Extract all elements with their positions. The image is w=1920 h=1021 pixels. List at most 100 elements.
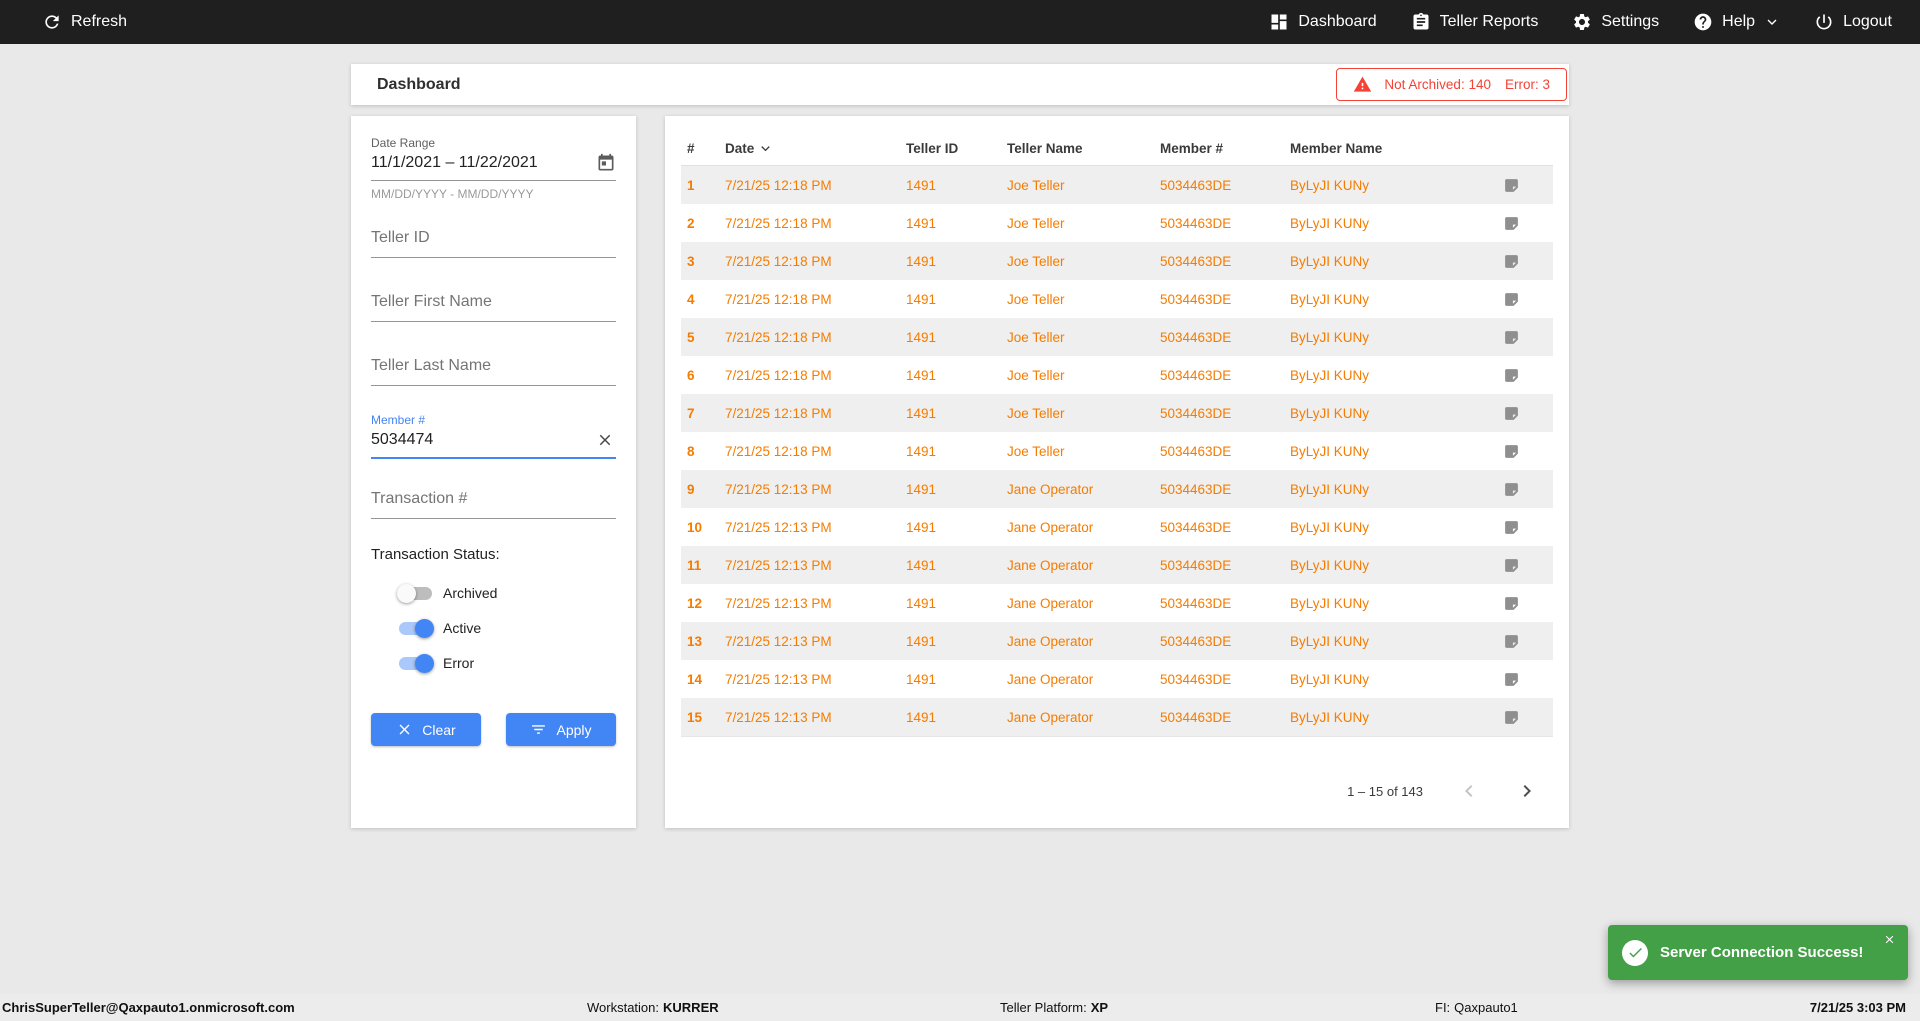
table-row[interactable]: 10 7/21/25 12:13 PM 1491 Jane Operator 50344… <box>681 508 1553 546</box>
table-row[interactable]: 11 7/21/25 12:13 PM 1491 Jane Operator 50344… <box>681 546 1553 584</box>
cell-date: 7/21/25 12:13 PM <box>725 633 832 649</box>
alert-badge[interactable]: Not Archived: 140 Error: 3 <box>1336 68 1567 101</box>
nav-teller-reports[interactable]: Teller Reports <box>1411 12 1538 32</box>
calendar-icon[interactable] <box>596 153 616 173</box>
note-icon[interactable] <box>1497 443 1553 460</box>
note-icon[interactable] <box>1497 367 1553 384</box>
clear-button[interactable]: Clear <box>371 713 481 746</box>
table-row[interactable]: 13 7/21/25 12:13 PM 1491 Jane Operator 50344… <box>681 622 1553 660</box>
table-row[interactable]: 12 7/21/25 12:13 PM 1491 Jane Operator 50344… <box>681 584 1553 622</box>
col-header-teller-id[interactable]: Teller ID <box>906 141 1007 156</box>
table-row[interactable]: 8 7/21/25 12:18 PM 1491 Joe Teller 5034463DE… <box>681 432 1553 470</box>
teller-reports-icon <box>1411 12 1431 32</box>
table-body: 1 7/21/25 12:18 PM 1491 Joe Teller 5034463DE… <box>681 166 1553 737</box>
member-number-input[interactable] <box>371 427 594 457</box>
table-row[interactable]: 14 7/21/25 12:13 PM 1491 Jane Operator 50344… <box>681 660 1553 698</box>
statusbar-platform: Teller Platform: XP <box>1000 1000 1108 1015</box>
cell-member-name: ByLyJI KUNy <box>1290 215 1370 231</box>
teller-last-name-input[interactable] <box>371 349 616 386</box>
table-row[interactable]: 4 7/21/25 12:18 PM 1491 Joe Teller 5034463DE… <box>681 280 1553 318</box>
chevron-down-icon <box>1764 14 1780 30</box>
note-icon[interactable] <box>1497 215 1553 232</box>
statusbar-workstation: Workstation: KURRER <box>587 1000 719 1015</box>
col-header-num[interactable]: # <box>687 141 725 156</box>
table-row[interactable]: 7 7/21/25 12:18 PM 1491 Joe Teller 5034463DE… <box>681 394 1553 432</box>
next-page-button[interactable] <box>1515 779 1539 803</box>
active-toggle[interactable] <box>399 618 434 638</box>
nav-help[interactable]: Help <box>1693 12 1780 32</box>
table-row[interactable]: 3 7/21/25 12:18 PM 1491 Joe Teller 5034463DE… <box>681 242 1553 280</box>
paginator: 1 – 15 of 143 <box>681 779 1553 803</box>
note-icon[interactable] <box>1497 557 1553 574</box>
col-header-date[interactable]: Date <box>725 141 906 156</box>
note-icon[interactable] <box>1497 329 1553 346</box>
table-row[interactable]: 6 7/21/25 12:18 PM 1491 Joe Teller 5034463DE… <box>681 356 1553 394</box>
note-icon[interactable] <box>1497 519 1553 536</box>
table-row[interactable]: 15 7/21/25 12:13 PM 1491 Jane Operator 50344… <box>681 698 1553 736</box>
transaction-number-input[interactable] <box>371 482 616 519</box>
cell-teller-id: 1491 <box>906 519 937 535</box>
teller-first-name-input[interactable] <box>371 285 616 322</box>
cell-member-num: 5034463DE <box>1160 405 1232 421</box>
cell-teller-id: 1491 <box>906 481 937 497</box>
success-toast: Server Connection Success! <box>1608 925 1908 980</box>
note-icon[interactable] <box>1497 709 1553 726</box>
cell-date: 7/21/25 12:18 PM <box>725 329 832 345</box>
col-header-member-num[interactable]: Member # <box>1160 141 1290 156</box>
note-icon[interactable] <box>1497 253 1553 270</box>
cell-member-num: 5034463DE <box>1160 215 1232 231</box>
teller-id-input[interactable] <box>371 221 616 258</box>
prev-page-button[interactable] <box>1457 779 1481 803</box>
note-icon[interactable] <box>1497 595 1553 612</box>
table-row[interactable]: 5 7/21/25 12:18 PM 1491 Joe Teller 5034463DE… <box>681 318 1553 356</box>
cell-member-num: 5034463DE <box>1160 519 1232 535</box>
col-header-member-name[interactable]: Member Name <box>1290 141 1497 156</box>
filter-panel: Date Range 11/1/2021 – 11/22/2021 MM/DD/… <box>351 116 636 828</box>
toast-close-icon[interactable] <box>1883 933 1896 946</box>
cell-member-name: ByLyJI KUNy <box>1290 329 1370 345</box>
cell-date: 7/21/25 12:18 PM <box>725 291 832 307</box>
table-row[interactable]: 9 7/21/25 12:13 PM 1491 Jane Operator 503446… <box>681 470 1553 508</box>
archived-toggle[interactable] <box>397 583 432 603</box>
cell-row-number: 6 <box>687 367 695 383</box>
nav-dashboard[interactable]: Dashboard <box>1269 12 1377 32</box>
error-toggle[interactable] <box>399 653 434 673</box>
date-range-field[interactable]: Date Range 11/1/2021 – 11/22/2021 MM/DD/… <box>371 136 616 201</box>
cell-member-name: ByLyJI KUNy <box>1290 253 1370 269</box>
power-icon <box>1814 12 1834 32</box>
cell-teller-name: Jane Operator <box>1007 481 1094 497</box>
refresh-button[interactable]: Refresh <box>42 12 127 32</box>
clear-member-icon[interactable] <box>594 431 616 453</box>
cell-date: 7/21/25 12:18 PM <box>725 177 832 193</box>
cell-date: 7/21/25 12:13 PM <box>725 595 832 611</box>
cell-date: 7/21/25 12:13 PM <box>725 557 832 573</box>
table-row[interactable]: 2 7/21/25 12:18 PM 1491 Joe Teller 5034463DE… <box>681 204 1553 242</box>
col-header-teller-name[interactable]: Teller Name <box>1007 141 1160 156</box>
note-icon[interactable] <box>1497 291 1553 308</box>
nav-help-label: Help <box>1722 13 1756 30</box>
member-number-field: Member # <box>371 413 616 459</box>
apply-button[interactable]: Apply <box>506 713 616 746</box>
cell-teller-id: 1491 <box>906 329 937 345</box>
note-icon[interactable] <box>1497 177 1553 194</box>
dashboard-icon <box>1269 12 1289 32</box>
filter-actions: Clear Apply <box>371 713 616 746</box>
cell-member-name: ByLyJI KUNy <box>1290 405 1370 421</box>
page-title: Dashboard <box>377 75 461 93</box>
note-icon[interactable] <box>1497 405 1553 422</box>
page-header: Dashboard Not Archived: 140 Error: 3 <box>351 64 1569 105</box>
fi-value: Qaxpauto1 <box>1454 1000 1518 1015</box>
main-content: Dashboard Not Archived: 140 Error: 3 Dat… <box>351 64 1569 828</box>
cell-member-name: ByLyJI KUNy <box>1290 557 1370 573</box>
member-number-label: Member # <box>371 413 426 427</box>
cell-teller-id: 1491 <box>906 177 937 193</box>
note-icon[interactable] <box>1497 633 1553 650</box>
note-icon[interactable] <box>1497 671 1553 688</box>
cell-date: 7/21/25 12:18 PM <box>725 367 832 383</box>
table-row[interactable]: 1 7/21/25 12:18 PM 1491 Joe Teller 5034463DE… <box>681 166 1553 204</box>
nav-logout[interactable]: Logout <box>1814 12 1892 32</box>
nav-settings[interactable]: Settings <box>1572 12 1659 32</box>
cell-row-number: 10 <box>687 519 703 535</box>
workstation-label: Workstation: <box>587 1000 660 1015</box>
note-icon[interactable] <box>1497 481 1553 498</box>
